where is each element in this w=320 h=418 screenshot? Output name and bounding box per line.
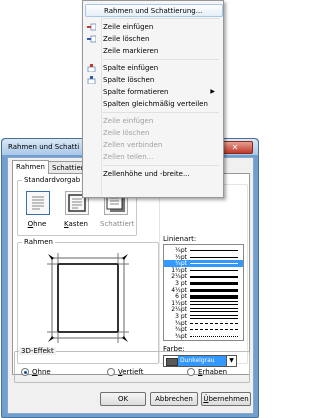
linestyle-option[interactable]: ¾pt (164, 333, 243, 340)
menu-item-label: Zellen teilen... (103, 153, 154, 161)
menu-item[interactable]: Zeile einfügen (85, 21, 221, 33)
linestyle-sample (190, 322, 238, 324)
menu-item-label: Zeile markieren (103, 47, 159, 55)
linestyle-sample (190, 310, 238, 312)
apply-button[interactable]: Übernehmen (201, 392, 251, 406)
menu-item-label: Spalte löschen (103, 76, 155, 84)
menu-separator (103, 165, 219, 166)
preset-none-icon (32, 196, 44, 210)
linestyle-sample (190, 269, 238, 272)
linestyle-sample (190, 263, 238, 265)
menu-item-label: Zeile einfügen (103, 23, 154, 31)
effect-raised-radio[interactable]: Erhaben (187, 367, 227, 377)
radio-checked-icon (21, 368, 29, 376)
menu-item-label: Rahmen und Schattierung... (104, 7, 203, 15)
context-menu: Rahmen und Schattierung... Zeile einfügen… (82, 0, 224, 198)
radio-unchecked-icon (107, 368, 115, 376)
menu-item: Zeile einfügen (85, 115, 221, 127)
delete-row-icon (87, 35, 96, 43)
cancel-button[interactable]: Abbrechen (150, 392, 198, 406)
menu-item-label: Spalte formatieren (103, 88, 169, 96)
radio-unchecked-icon (187, 368, 195, 376)
linestyle-option-label: ¾pt (175, 332, 187, 340)
preset-shadow-label: Schattiert (100, 220, 135, 228)
linestyle-sample (190, 335, 238, 337)
dialog-title: Rahmen und Schatti (8, 143, 80, 151)
linestyle-list[interactable]: ¼pt ½pt ¾pt 1½pt 2¼pt 3 pt 4½pt 6 pt 1½pt 2¼pt 3 p… (163, 244, 244, 341)
effect-legend: 3D-Effekt (19, 347, 56, 355)
menu-item-label: Spalten gleichmäßig verteilen (103, 100, 208, 108)
submenu-arrow-icon: ▶ (210, 88, 215, 95)
menu-separator (103, 112, 219, 113)
border-preview-group: Rahmen (17, 238, 159, 364)
linestyle-sample (190, 256, 238, 258)
linestyle-sample (190, 307, 238, 309)
menu-item[interactable]: Spalte einfügen (85, 62, 221, 74)
menu-item[interactable]: Zeile löschen (85, 33, 221, 45)
menu-item: Zellen teilen... (85, 151, 221, 163)
tab-panel: Standardvorgab Ohne Kasten Schattiert Ra… (12, 173, 250, 375)
preset-none-button[interactable] (26, 191, 50, 215)
linestyle-sample (190, 275, 238, 278)
menu-item-label: Zeile löschen (103, 129, 150, 137)
menu-item: Zellen verbinden (85, 139, 221, 151)
linestyle-sample (190, 329, 238, 331)
menu-item[interactable]: Spalten gleichmäßig verteilen (85, 98, 221, 110)
menu-item-label: Spalte einfügen (103, 64, 159, 72)
menu-item-label: Zeile einfügen (103, 117, 154, 125)
linestyle-sample (190, 282, 238, 285)
border-preview[interactable] (18, 243, 158, 361)
menu-item-label: Zellenhöhe und -breite... (103, 170, 190, 178)
linestyle-sample (190, 294, 238, 299)
menu-separator (103, 18, 219, 19)
menu-separator (103, 59, 219, 60)
tab-rahmen[interactable]: Rahmen (12, 160, 49, 174)
menu-item-label: Zeile löschen (103, 35, 150, 43)
linestyle-sample (190, 301, 238, 303)
delete-column-icon (87, 76, 96, 84)
linestyle-sample (190, 288, 238, 292)
linestyle-sample (190, 314, 238, 316)
menu-item: Zeile löschen (85, 127, 221, 139)
preset-none-label: Ohne (27, 220, 47, 228)
effect-sunken-radio[interactable]: Vertieft (107, 367, 144, 377)
insert-column-icon (87, 64, 96, 72)
menu-item[interactable]: Rahmen und Schattierung... (85, 4, 223, 17)
menu-item[interactable]: Spalte formatieren ▶ (85, 86, 221, 98)
close-icon: ✕ (231, 143, 239, 152)
insert-row-icon (87, 23, 96, 31)
linestyle-sample (190, 304, 238, 306)
ok-button[interactable]: OK (100, 392, 146, 406)
effect-group: 3D-Effekt Ohne Vertieft Erhaben (14, 347, 250, 383)
preset-legend: Standardvorgab (22, 176, 83, 184)
linestyle-label: Linienart: (163, 235, 197, 243)
menu-item[interactable]: Zeile markieren (85, 45, 221, 57)
menu-item-label: Zellen verbinden (103, 141, 163, 149)
effect-none-radio[interactable]: Ohne (21, 367, 51, 377)
menu-item[interactable]: Zellenhöhe und -breite... (85, 168, 221, 180)
menu-item[interactable]: Spalte löschen (85, 74, 221, 86)
linestyle-sample (190, 250, 238, 251)
preset-box-label: Kasten (64, 220, 88, 228)
